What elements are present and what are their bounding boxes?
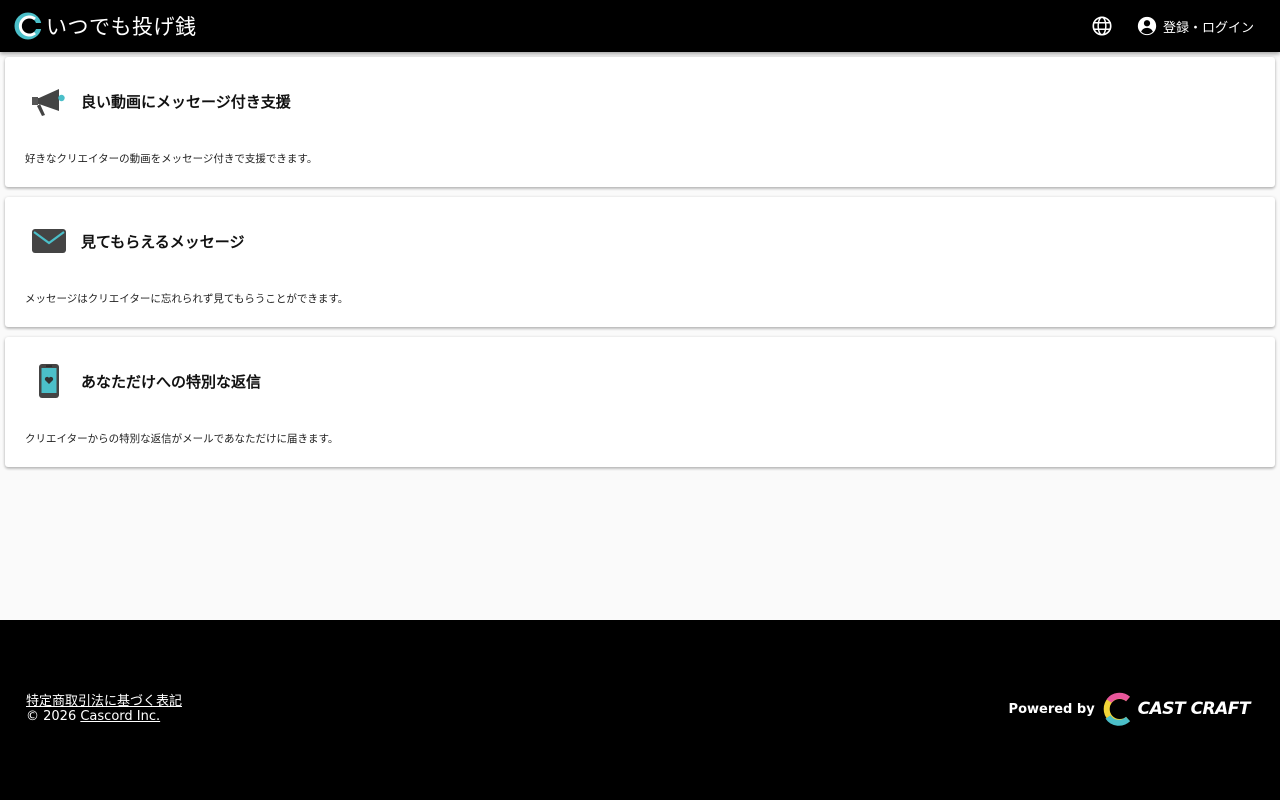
feature-card-header: 見てもらえるメッセージ — [30, 221, 245, 261]
feature-description: クリエイターからの特別な返信がメールであなただけに届きます。 — [25, 433, 339, 445]
app-title: いつでも投げ銭 — [46, 15, 197, 39]
feature-card-support: 良い動画にメッセージ付き支援 好きなクリエイターの動画をメッセージ付きで支援でき… — [5, 57, 1275, 187]
app-bar: いつでも投げ銭 登録・ログイン — [0, 0, 1280, 52]
feature-card-header: 良い動画にメッセージ付き支援 — [30, 81, 291, 121]
feature-description: メッセージはクリエイターに忘れられず見てもらうことができます。 — [25, 293, 349, 305]
envelope-icon — [30, 222, 68, 260]
feature-card-message: 見てもらえるメッセージ メッセージはクリエイターに忘れられず見てもらうことができ… — [5, 197, 1275, 327]
phone-heart-icon — [30, 362, 68, 400]
account-circle-icon — [1137, 16, 1157, 36]
globe-icon — [1092, 16, 1112, 36]
legal-notice-link[interactable]: 特定商取引法に基づく表記 — [26, 694, 182, 709]
powered-by: Powered by CAST CRAFT — [1008, 692, 1251, 726]
feature-title: 見てもらえるメッセージ — [81, 232, 245, 251]
feature-description: 好きなクリエイターの動画をメッセージ付きで支援できます。 — [25, 153, 318, 165]
language-button[interactable] — [1082, 6, 1122, 46]
feature-card-reply: あなただけへの特別な返信 クリエイターからの特別な返信がメールであなただけに届き… — [5, 337, 1275, 467]
cast-craft-mark-icon — [1103, 692, 1130, 726]
powered-by-label: Powered by — [1008, 701, 1095, 717]
copyright-prefix: © 2026 — [26, 709, 81, 724]
megaphone-icon — [30, 82, 68, 120]
footer-legal: 特定商取引法に基づく表記 © 2026 Cascord Inc. — [26, 694, 182, 724]
feature-list: 良い動画にメッセージ付き支援 好きなクリエイターの動画をメッセージ付きで支援でき… — [5, 57, 1275, 477]
brand-home-link[interactable]: いつでも投げ銭 — [14, 11, 197, 41]
circle-c-logo-icon — [14, 12, 42, 40]
cast-craft-wordmark: CAST CRAFT — [1137, 699, 1251, 719]
cast-craft-logo[interactable]: CAST CRAFT — [1101, 692, 1251, 726]
feature-title: あなただけへの特別な返信 — [81, 372, 262, 391]
feature-card-header: あなただけへの特別な返信 — [30, 361, 261, 401]
login-label: 登録・ログイン — [1162, 20, 1254, 36]
site-footer: 特定商取引法に基づく表記 © 2026 Cascord Inc. Powered… — [0, 620, 1280, 800]
company-link[interactable]: Cascord Inc. — [80, 709, 160, 724]
login-button[interactable]: 登録・ログイン — [1136, 15, 1254, 37]
copyright-line: © 2026 Cascord Inc. — [26, 709, 182, 724]
feature-title: 良い動画にメッセージ付き支援 — [81, 92, 291, 111]
